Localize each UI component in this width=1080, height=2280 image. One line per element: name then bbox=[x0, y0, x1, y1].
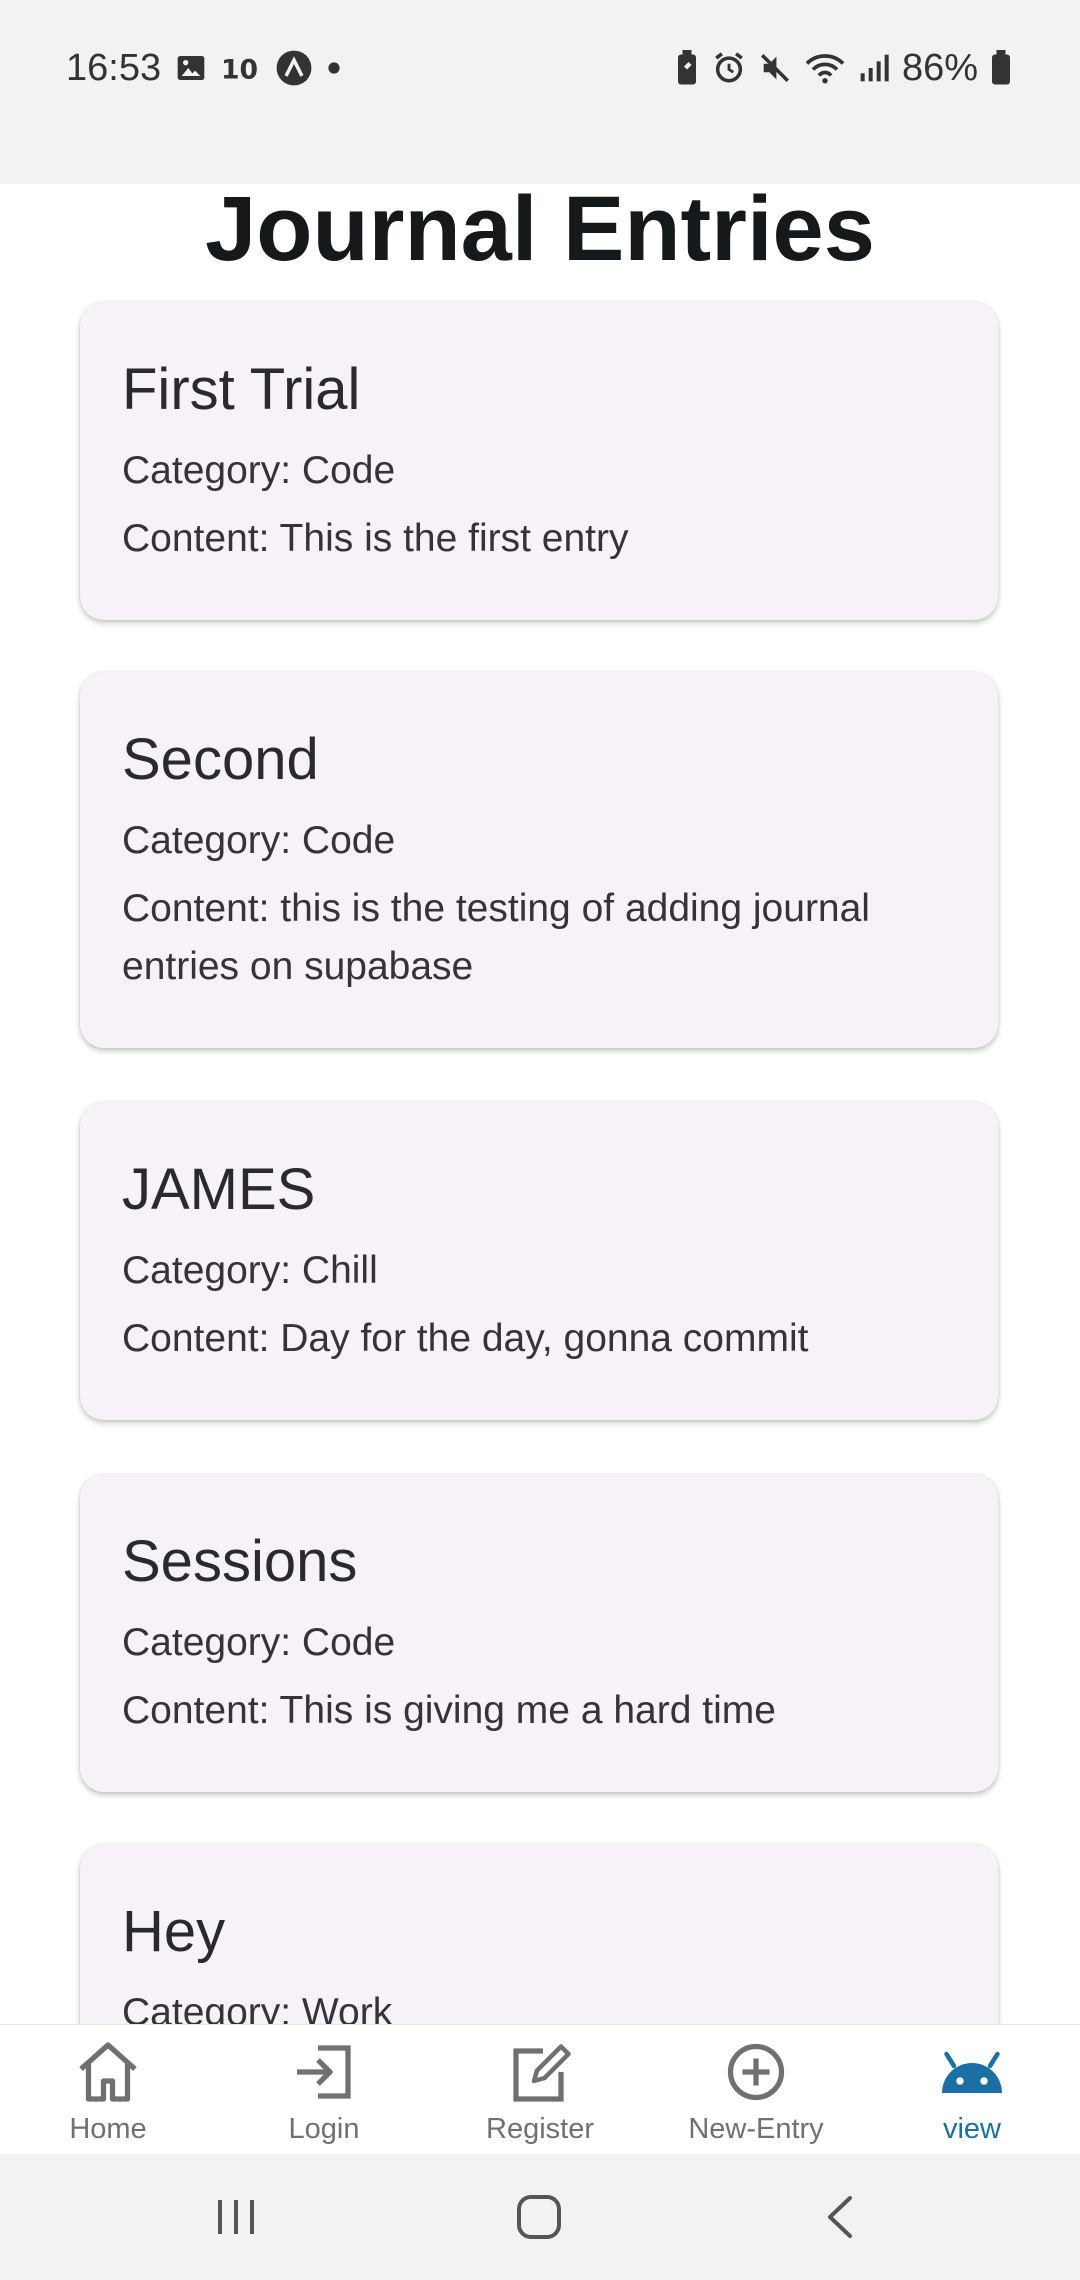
home-icon bbox=[79, 2042, 137, 2102]
dot-icon bbox=[327, 61, 341, 75]
svg-text:10: 10 bbox=[221, 55, 258, 84]
nav-view-label: view bbox=[942, 2113, 1001, 2145]
card-content: Content: This is giving me a hard time bbox=[122, 1688, 776, 1732]
card-content: Content: This is the first entry bbox=[122, 516, 629, 560]
ten-icon: 10 bbox=[221, 52, 261, 84]
card-content: Content: this is the testing of adding j… bbox=[122, 886, 870, 988]
page-title: Journal Entries bbox=[205, 184, 875, 280]
journal-list-screen[interactable]: Journal Entries First Trial Category: Co… bbox=[0, 184, 1080, 2024]
bottom-nav: Home Login Register New-Entry view bbox=[0, 2024, 1080, 2155]
journal-card[interactable]: Sessions Category: Code Content: This is… bbox=[80, 1474, 998, 1792]
recents-icon bbox=[218, 2200, 254, 2234]
card-title: Second bbox=[122, 727, 319, 792]
status-bar: 16:53 10 86% bbox=[0, 0, 1080, 184]
register-icon bbox=[513, 2044, 571, 2102]
nav-home[interactable]: Home bbox=[0, 2025, 216, 2155]
nav-login[interactable]: Login bbox=[216, 2025, 432, 2155]
journal-card[interactable]: First Trial Category: Code Content: This… bbox=[80, 302, 998, 620]
nav-register[interactable]: Register bbox=[432, 2025, 648, 2155]
journal-card[interactable]: Hey Category: Work bbox=[80, 1844, 998, 2024]
login-icon bbox=[297, 2045, 351, 2099]
recents-button[interactable] bbox=[212, 2194, 260, 2245]
card-category: Category: Code bbox=[122, 448, 396, 492]
back-button[interactable] bbox=[818, 2194, 864, 2245]
battery-icon bbox=[990, 50, 1012, 86]
alarm-icon bbox=[712, 51, 746, 85]
nav-new-entry-label: New-Entry bbox=[688, 2113, 824, 2145]
system-nav-bar bbox=[0, 2154, 1080, 2280]
add-circle-icon bbox=[727, 2043, 785, 2101]
card-title: Hey bbox=[122, 1899, 226, 1964]
card-title: JAMES bbox=[122, 1157, 316, 1222]
card-title: Sessions bbox=[122, 1529, 358, 1594]
journal-card[interactable]: JAMES Category: Chill Content: Day for t… bbox=[80, 1102, 998, 1420]
nav-new-entry[interactable]: New-Entry bbox=[648, 2025, 864, 2155]
nav-login-label: Login bbox=[288, 2113, 360, 2145]
card-category: Category: Code bbox=[122, 818, 396, 862]
image-icon bbox=[175, 52, 207, 84]
nav-register-label: Register bbox=[486, 2113, 594, 2145]
journal-card[interactable]: Second Category: Code Content: this is t… bbox=[80, 672, 998, 1048]
wifi-icon bbox=[804, 51, 846, 85]
home-button[interactable] bbox=[514, 2194, 564, 2245]
card-category: Category: Chill bbox=[122, 1248, 378, 1292]
status-left: 16:53 10 bbox=[66, 40, 341, 96]
card-title: First Trial bbox=[122, 357, 361, 422]
card-category: Category: Work bbox=[122, 1990, 393, 2024]
battery-saver-icon bbox=[674, 50, 700, 86]
android-icon bbox=[942, 2051, 1002, 2093]
nav-view[interactable]: view bbox=[864, 2025, 1080, 2155]
home-square-icon bbox=[517, 2195, 561, 2239]
back-chevron-icon bbox=[828, 2196, 852, 2238]
card-content: Content: Day for the day, gonna commit bbox=[122, 1316, 809, 1360]
status-time: 16:53 bbox=[66, 46, 162, 89]
card-category: Category: Code bbox=[122, 1620, 396, 1664]
nav-home-label: Home bbox=[69, 2113, 147, 2145]
status-right: 86% bbox=[674, 40, 1012, 96]
mute-icon bbox=[758, 51, 792, 85]
app-badge-icon bbox=[275, 49, 313, 87]
battery-percent: 86% bbox=[901, 46, 978, 89]
signal-icon bbox=[858, 52, 890, 84]
